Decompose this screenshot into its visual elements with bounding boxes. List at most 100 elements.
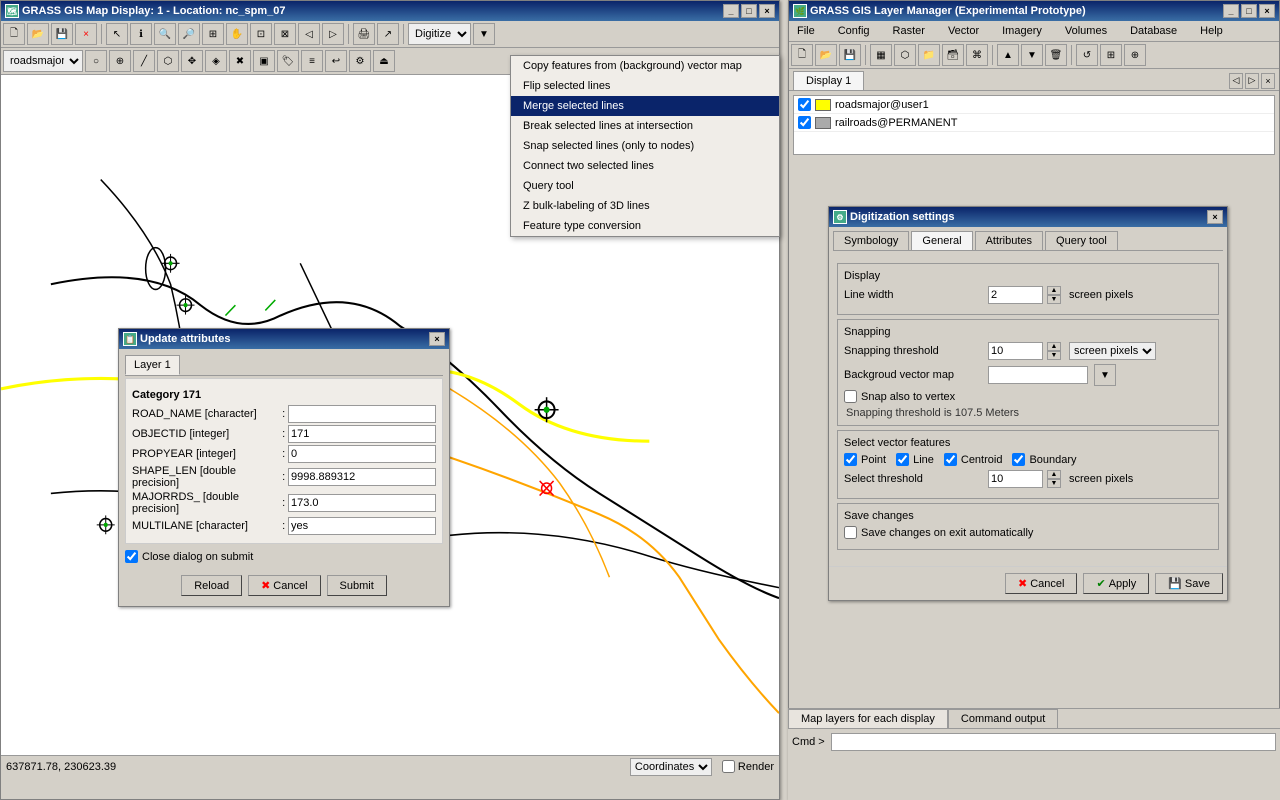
- dig-move-btn[interactable]: ✥: [181, 50, 203, 72]
- lm-cmd-btn[interactable]: ⌘: [966, 44, 988, 66]
- field-input-shape_len[interactable]: [288, 468, 436, 486]
- cmd-input[interactable]: [831, 733, 1276, 751]
- snap-unit-select[interactable]: screen pixels: [1069, 342, 1156, 360]
- zoom-in-btn[interactable]: 🔍: [154, 23, 176, 45]
- tab-symbology[interactable]: Symbology: [833, 231, 909, 250]
- open-btn[interactable]: 📂: [27, 23, 49, 45]
- pointer-btn[interactable]: ↖: [106, 23, 128, 45]
- menu-item-feature-type[interactable]: Feature type conversion: [511, 216, 779, 236]
- menu-item-merge[interactable]: Merge selected lines: [511, 96, 779, 116]
- pan-btn[interactable]: ✋: [226, 23, 248, 45]
- menu-item-flip[interactable]: Flip selected lines: [511, 76, 779, 96]
- render-checkbox[interactable]: [722, 760, 735, 773]
- snap-threshold-input[interactable]: [988, 342, 1043, 360]
- point-checkbox[interactable]: [844, 453, 857, 466]
- dig-cat-btn[interactable]: 🏷: [277, 50, 299, 72]
- dig-line-btn[interactable]: ╱: [133, 50, 155, 72]
- snap-up[interactable]: ▲: [1047, 342, 1061, 351]
- dig-settings-btn[interactable]: ⚙: [349, 50, 371, 72]
- dig-exit-btn[interactable]: ⏏: [373, 50, 395, 72]
- select-down[interactable]: ▼: [1047, 479, 1061, 488]
- submit-btn[interactable]: Submit: [327, 575, 387, 596]
- snap-down[interactable]: ▼: [1047, 351, 1061, 360]
- select-up[interactable]: ▲: [1047, 470, 1061, 479]
- menu-item-break[interactable]: Break selected lines at intersection: [511, 116, 779, 136]
- dig-vertex-btn[interactable]: ◈: [205, 50, 227, 72]
- bottom-tab-layers[interactable]: Map layers for each display: [788, 709, 948, 728]
- lm-db-btn[interactable]: 🗃: [942, 44, 964, 66]
- field-input-objectid[interactable]: [288, 425, 436, 443]
- settings-cancel-btn[interactable]: ✖ Cancel: [1005, 573, 1077, 594]
- tab-attributes[interactable]: Attributes: [975, 231, 1043, 250]
- lm-open-btn[interactable]: 📂: [815, 44, 837, 66]
- line-width-up[interactable]: ▲: [1047, 286, 1061, 295]
- field-input-majorrds_[interactable]: [288, 494, 436, 512]
- menu-item-connect[interactable]: Connect two selected lines: [511, 156, 779, 176]
- layer-check-1[interactable]: [798, 116, 811, 129]
- line-width-input[interactable]: [988, 286, 1043, 304]
- new-btn[interactable]: 🗋: [3, 23, 25, 45]
- lm-vector-btn[interactable]: ⬡: [894, 44, 916, 66]
- lm-maximize[interactable]: □: [1241, 4, 1257, 18]
- coord-mode-select[interactable]: Coordinates: [630, 758, 712, 776]
- map-close-btn[interactable]: ×: [759, 4, 775, 18]
- lm-raster-btn[interactable]: ▦: [870, 44, 892, 66]
- close-display-btn[interactable]: ×: [1261, 73, 1275, 89]
- menu-file[interactable]: File: [793, 23, 819, 39]
- close-on-submit-checkbox[interactable]: [125, 550, 138, 563]
- field-input-propyear[interactable]: [288, 445, 436, 463]
- line-checkbox[interactable]: [896, 453, 909, 466]
- tab-query-tool[interactable]: Query tool: [1045, 231, 1118, 250]
- reload-btn[interactable]: Reload: [181, 575, 242, 596]
- snap-vertex-checkbox[interactable]: [844, 390, 857, 403]
- menu-item-zbulk[interactable]: Z bulk-labeling of 3D lines: [511, 196, 779, 216]
- dig-attr-btn[interactable]: ≡: [301, 50, 323, 72]
- lm-delete-btn[interactable]: 🗑: [1045, 44, 1067, 66]
- lm-group-btn[interactable]: 📁: [918, 44, 940, 66]
- menu-raster[interactable]: Raster: [889, 23, 929, 39]
- field-input-road_name[interactable]: [288, 405, 436, 423]
- layer-row-0[interactable]: roadsmajor@user1: [794, 96, 1274, 114]
- update-close-btn[interactable]: ×: [429, 332, 445, 346]
- tab-general[interactable]: General: [911, 231, 972, 250]
- lm-region-btn[interactable]: ⊞: [1100, 44, 1122, 66]
- settings-apply-btn[interactable]: ✔ Apply: [1083, 573, 1149, 594]
- close-map-btn[interactable]: ×: [75, 23, 97, 45]
- display1-tab[interactable]: Display 1: [793, 71, 864, 90]
- settings-save-btn[interactable]: 💾 Save: [1155, 573, 1223, 594]
- save-btn[interactable]: 💾: [51, 23, 73, 45]
- dig-undo-btn[interactable]: ↩: [325, 50, 347, 72]
- dig-settings-close[interactable]: ×: [1207, 210, 1223, 224]
- bg-map-dropdown[interactable]: ▼: [1094, 364, 1116, 386]
- boundary-checkbox[interactable]: [1012, 453, 1025, 466]
- zoom-layer-btn[interactable]: ⊠: [274, 23, 296, 45]
- zoom-region-btn[interactable]: ⊞: [202, 23, 224, 45]
- dig-poly-btn[interactable]: ⬡: [157, 50, 179, 72]
- map-minimize-btn[interactable]: _: [723, 4, 739, 18]
- lm-new-btn[interactable]: 🗋: [791, 44, 813, 66]
- zoom-fwd-btn[interactable]: ▷: [322, 23, 344, 45]
- menu-item-query[interactable]: Query tool: [511, 176, 779, 196]
- field-input-multilane[interactable]: [288, 517, 436, 535]
- menu-config[interactable]: Config: [834, 23, 874, 39]
- lm-down-btn[interactable]: ▼: [1021, 44, 1043, 66]
- layer-check-0[interactable]: [798, 98, 811, 111]
- dig-circle-btn[interactable]: ○: [85, 50, 107, 72]
- lm-save-btn[interactable]: 💾: [839, 44, 861, 66]
- prev-display-btn[interactable]: ◁: [1229, 73, 1243, 89]
- lm-up-btn[interactable]: ▲: [997, 44, 1019, 66]
- menu-item-snap[interactable]: Snap selected lines (only to nodes): [511, 136, 779, 156]
- info-btn[interactable]: ℹ: [130, 23, 152, 45]
- centroid-checkbox[interactable]: [944, 453, 957, 466]
- menu-volumes[interactable]: Volumes: [1061, 23, 1111, 39]
- digitize-select[interactable]: Digitize: [408, 23, 471, 45]
- layer-select[interactable]: roadsmajor(: [3, 50, 83, 72]
- next-display-btn[interactable]: ▷: [1245, 73, 1259, 89]
- lm-zoom-btn[interactable]: ⊕: [1124, 44, 1146, 66]
- menu-database[interactable]: Database: [1126, 23, 1181, 39]
- zoom-out-btn[interactable]: 🔎: [178, 23, 200, 45]
- select-threshold-input[interactable]: [988, 470, 1043, 488]
- line-width-down[interactable]: ▼: [1047, 295, 1061, 304]
- menu-help[interactable]: Help: [1196, 23, 1227, 39]
- menu-item-copy[interactable]: Copy features from (background) vector m…: [511, 56, 779, 76]
